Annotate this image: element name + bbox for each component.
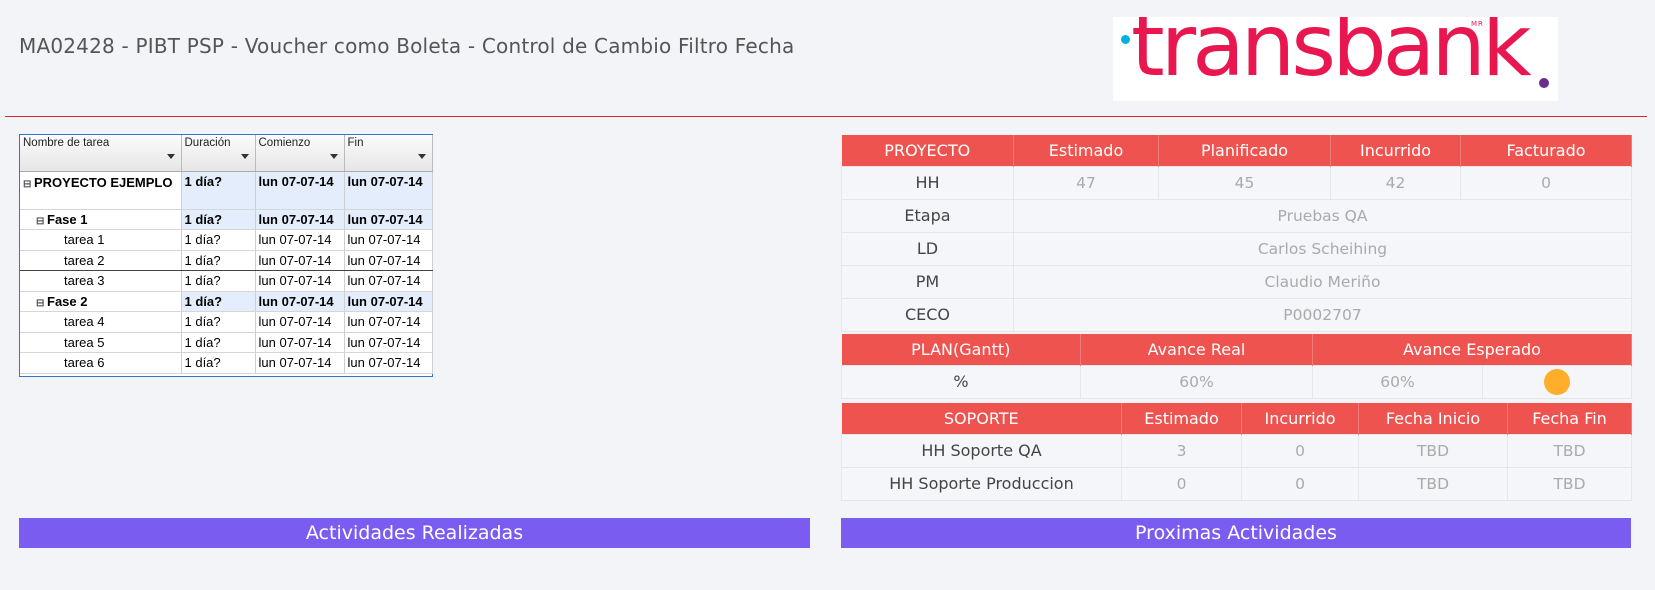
gantt-row-selected[interactable]: tarea 2 1 día? lun 07-07-14 lun 07-07-14 bbox=[20, 249, 433, 271]
column-header-end[interactable]: Fin bbox=[344, 135, 433, 172]
plan-row: % 60% 60% bbox=[841, 364, 1633, 399]
support-table: SOPORTE Estimado Incurrido Fecha Inicio … bbox=[841, 403, 1632, 501]
column-header-start[interactable]: Comienzo bbox=[255, 135, 345, 172]
logo-end-dot bbox=[1539, 78, 1549, 88]
header-plan-gantt: PLAN(Gantt) bbox=[841, 334, 1081, 365]
etapa-row: Etapa Pruebas QA bbox=[841, 198, 1632, 233]
header-avance-real: Avance Real bbox=[1080, 334, 1313, 365]
logo-dot bbox=[1121, 35, 1130, 44]
gantt-row[interactable]: tarea 6 1 día? lun 07-07-14 lun 07-07-14 bbox=[20, 352, 433, 374]
header-incurrido: Incurrido bbox=[1241, 403, 1359, 434]
header-avance-esperado: Avance Esperado bbox=[1312, 334, 1633, 365]
header-incurrido: Incurrido bbox=[1330, 135, 1461, 166]
header-planificado: Planificado bbox=[1158, 135, 1331, 166]
header-proyecto: PROYECTO bbox=[841, 135, 1014, 166]
gantt-row[interactable]: tarea 3 1 día? lun 07-07-14 lun 07-07-14 bbox=[20, 270, 433, 292]
collapse-icon[interactable]: ⊟ bbox=[36, 216, 44, 227]
section-activities-done: Actividades Realizadas bbox=[19, 518, 810, 548]
column-header-task-name[interactable]: Nombre de tarea bbox=[20, 135, 182, 172]
logo-mark: MR bbox=[1471, 20, 1484, 28]
gantt-row[interactable]: ⊟ Fase 1 1 día? lun 07-07-14 lun 07-07-14 bbox=[20, 209, 433, 230]
header-facturado: Facturado bbox=[1460, 135, 1632, 166]
dropdown-arrow-icon[interactable] bbox=[240, 153, 249, 159]
ld-row: LD Carlos Scheihing bbox=[841, 231, 1632, 266]
plan-table: PLAN(Gantt) Avance Real Avance Esperado … bbox=[841, 334, 1633, 399]
gantt-table[interactable]: Nombre de tarea Duración Comienzo Fin ⊟ P… bbox=[19, 134, 433, 377]
section-next-activities: Proximas Actividades bbox=[841, 518, 1631, 548]
transbank-logo: transbank MR bbox=[1113, 17, 1558, 101]
dropdown-arrow-icon[interactable] bbox=[329, 153, 338, 159]
logo-wordmark: transbank bbox=[1131, 17, 1532, 96]
support-row: HH Soporte QA 3 0 TBD TBD bbox=[841, 433, 1632, 468]
header-fecha-inicio: Fecha Inicio bbox=[1358, 403, 1508, 434]
gantt-row[interactable]: ⊟ PROYECTO EJEMPLO 1 día? lun 07-07-14 lun … bbox=[20, 171, 433, 210]
ceco-row: CECO P0002707 bbox=[841, 297, 1632, 332]
header-fecha-fin: Fecha Fin bbox=[1507, 403, 1632, 434]
page-title: MA02428 - PIBT PSP - Voucher como Boleta… bbox=[19, 34, 795, 58]
column-header-duration[interactable]: Duración bbox=[181, 135, 256, 172]
dropdown-arrow-icon[interactable] bbox=[166, 153, 175, 159]
dropdown-arrow-icon[interactable] bbox=[417, 153, 426, 159]
collapse-icon[interactable]: ⊟ bbox=[36, 298, 44, 309]
gantt-row[interactable]: ⊟ Fase 2 1 día? lun 07-07-14 lun 07-07-14 bbox=[20, 291, 433, 312]
gantt-row[interactable]: tarea 5 1 día? lun 07-07-14 lun 07-07-14 bbox=[20, 332, 433, 353]
gantt-row[interactable]: tarea 1 1 día? lun 07-07-14 lun 07-07-14 bbox=[20, 229, 433, 251]
hh-row: HH 47 45 42 0 bbox=[841, 165, 1632, 200]
collapse-icon[interactable]: ⊟ bbox=[23, 176, 31, 193]
header-soporte: SOPORTE bbox=[841, 403, 1122, 434]
header-estimado: Estimado bbox=[1121, 403, 1242, 434]
header-divider bbox=[5, 116, 1647, 117]
status-indicator-icon bbox=[1544, 368, 1570, 395]
pm-row: PM Claudio Meriño bbox=[841, 264, 1632, 299]
gantt-row[interactable]: tarea 4 1 día? lun 07-07-14 lun 07-07-14 bbox=[20, 311, 433, 333]
support-row: HH Soporte Produccion 0 0 TBD TBD bbox=[841, 466, 1632, 501]
project-table: PROYECTO Estimado Planificado Incurrido … bbox=[841, 135, 1632, 332]
header-estimado: Estimado bbox=[1013, 135, 1159, 166]
